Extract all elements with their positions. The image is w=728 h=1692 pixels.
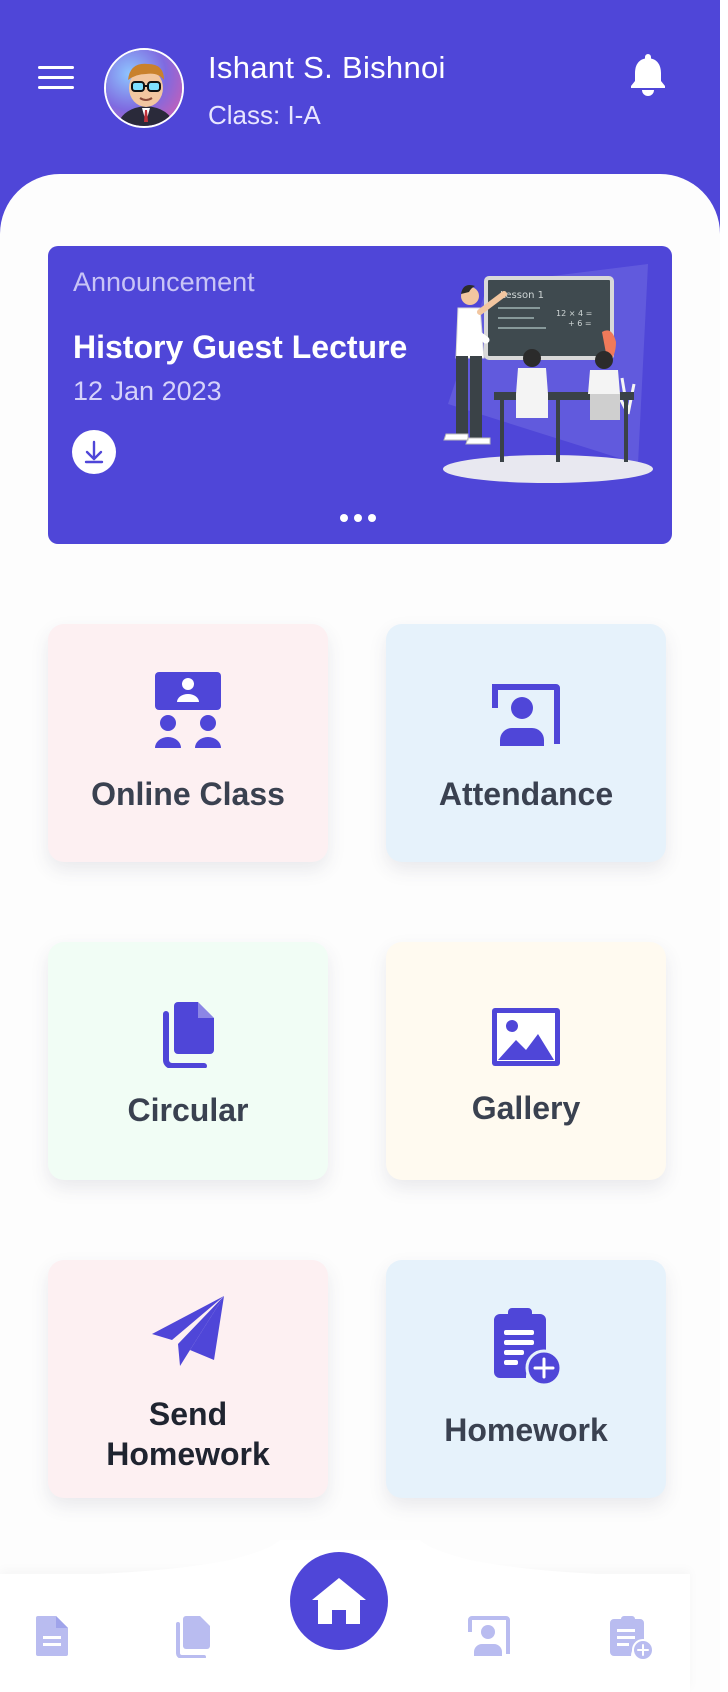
app-screen: Ishant S. Bishnoi Class: I-A Announcemen… — [0, 0, 720, 1692]
send-homework-label-line2: Homework — [106, 1436, 270, 1472]
online-class-icon — [153, 670, 223, 755]
menu-icon[interactable] — [38, 66, 74, 94]
announcement-date: 12 Jan 2023 — [73, 376, 222, 406]
announcement-card[interactable]: Announcement History Guest Lecture 12 Ja… — [48, 246, 672, 544]
nav-homework-icon[interactable] — [608, 1614, 656, 1661]
online-class-tile[interactable]: Online Class — [48, 624, 328, 862]
circular-label: Circular — [127, 1092, 249, 1128]
avatar[interactable] — [104, 48, 184, 128]
nav-files-icon[interactable] — [174, 1614, 214, 1660]
nav-attendance-icon[interactable] — [466, 1614, 512, 1660]
homework-label: Homework — [444, 1412, 608, 1448]
teacher-illustration: Lesson 1 12 × 4 = + 6 = — [428, 264, 658, 494]
online-class-label: Online Class — [91, 776, 285, 812]
gallery-label: Gallery — [471, 1090, 581, 1126]
homework-icon — [490, 1306, 563, 1391]
send-homework-tile[interactable]: Send Homework — [48, 1260, 328, 1498]
user-class: Class: I-A — [208, 100, 321, 130]
user-name: Ishant S. Bishnoi — [208, 50, 446, 85]
board-math: 12 × 4 = — [556, 309, 592, 318]
announcement-label: Announcement — [73, 267, 255, 297]
homework-tile[interactable]: Homework — [386, 1260, 666, 1498]
gallery-tile[interactable]: Gallery — [386, 942, 666, 1180]
attendance-label: Attendance — [438, 776, 614, 812]
notification-bell-icon[interactable] — [628, 52, 668, 96]
carousel-dots[interactable] — [340, 509, 384, 522]
nav-document-icon[interactable] — [34, 1614, 74, 1660]
home-icon — [312, 1578, 366, 1624]
nav-home-button[interactable] — [290, 1552, 388, 1650]
send-icon — [150, 1294, 226, 1373]
attendance-tile[interactable]: Attendance — [386, 624, 666, 862]
circular-tile[interactable]: Circular — [48, 942, 328, 1180]
circular-icon — [160, 1000, 216, 1073]
attendance-icon — [488, 682, 564, 753]
right-edge — [720, 0, 728, 1692]
gallery-icon — [490, 1006, 562, 1073]
board-math-2: + 6 = — [568, 319, 592, 328]
download-icon[interactable] — [72, 430, 116, 474]
send-homework-label-line1: Send — [148, 1396, 228, 1432]
announcement-title: History Guest Lecture — [73, 329, 408, 365]
